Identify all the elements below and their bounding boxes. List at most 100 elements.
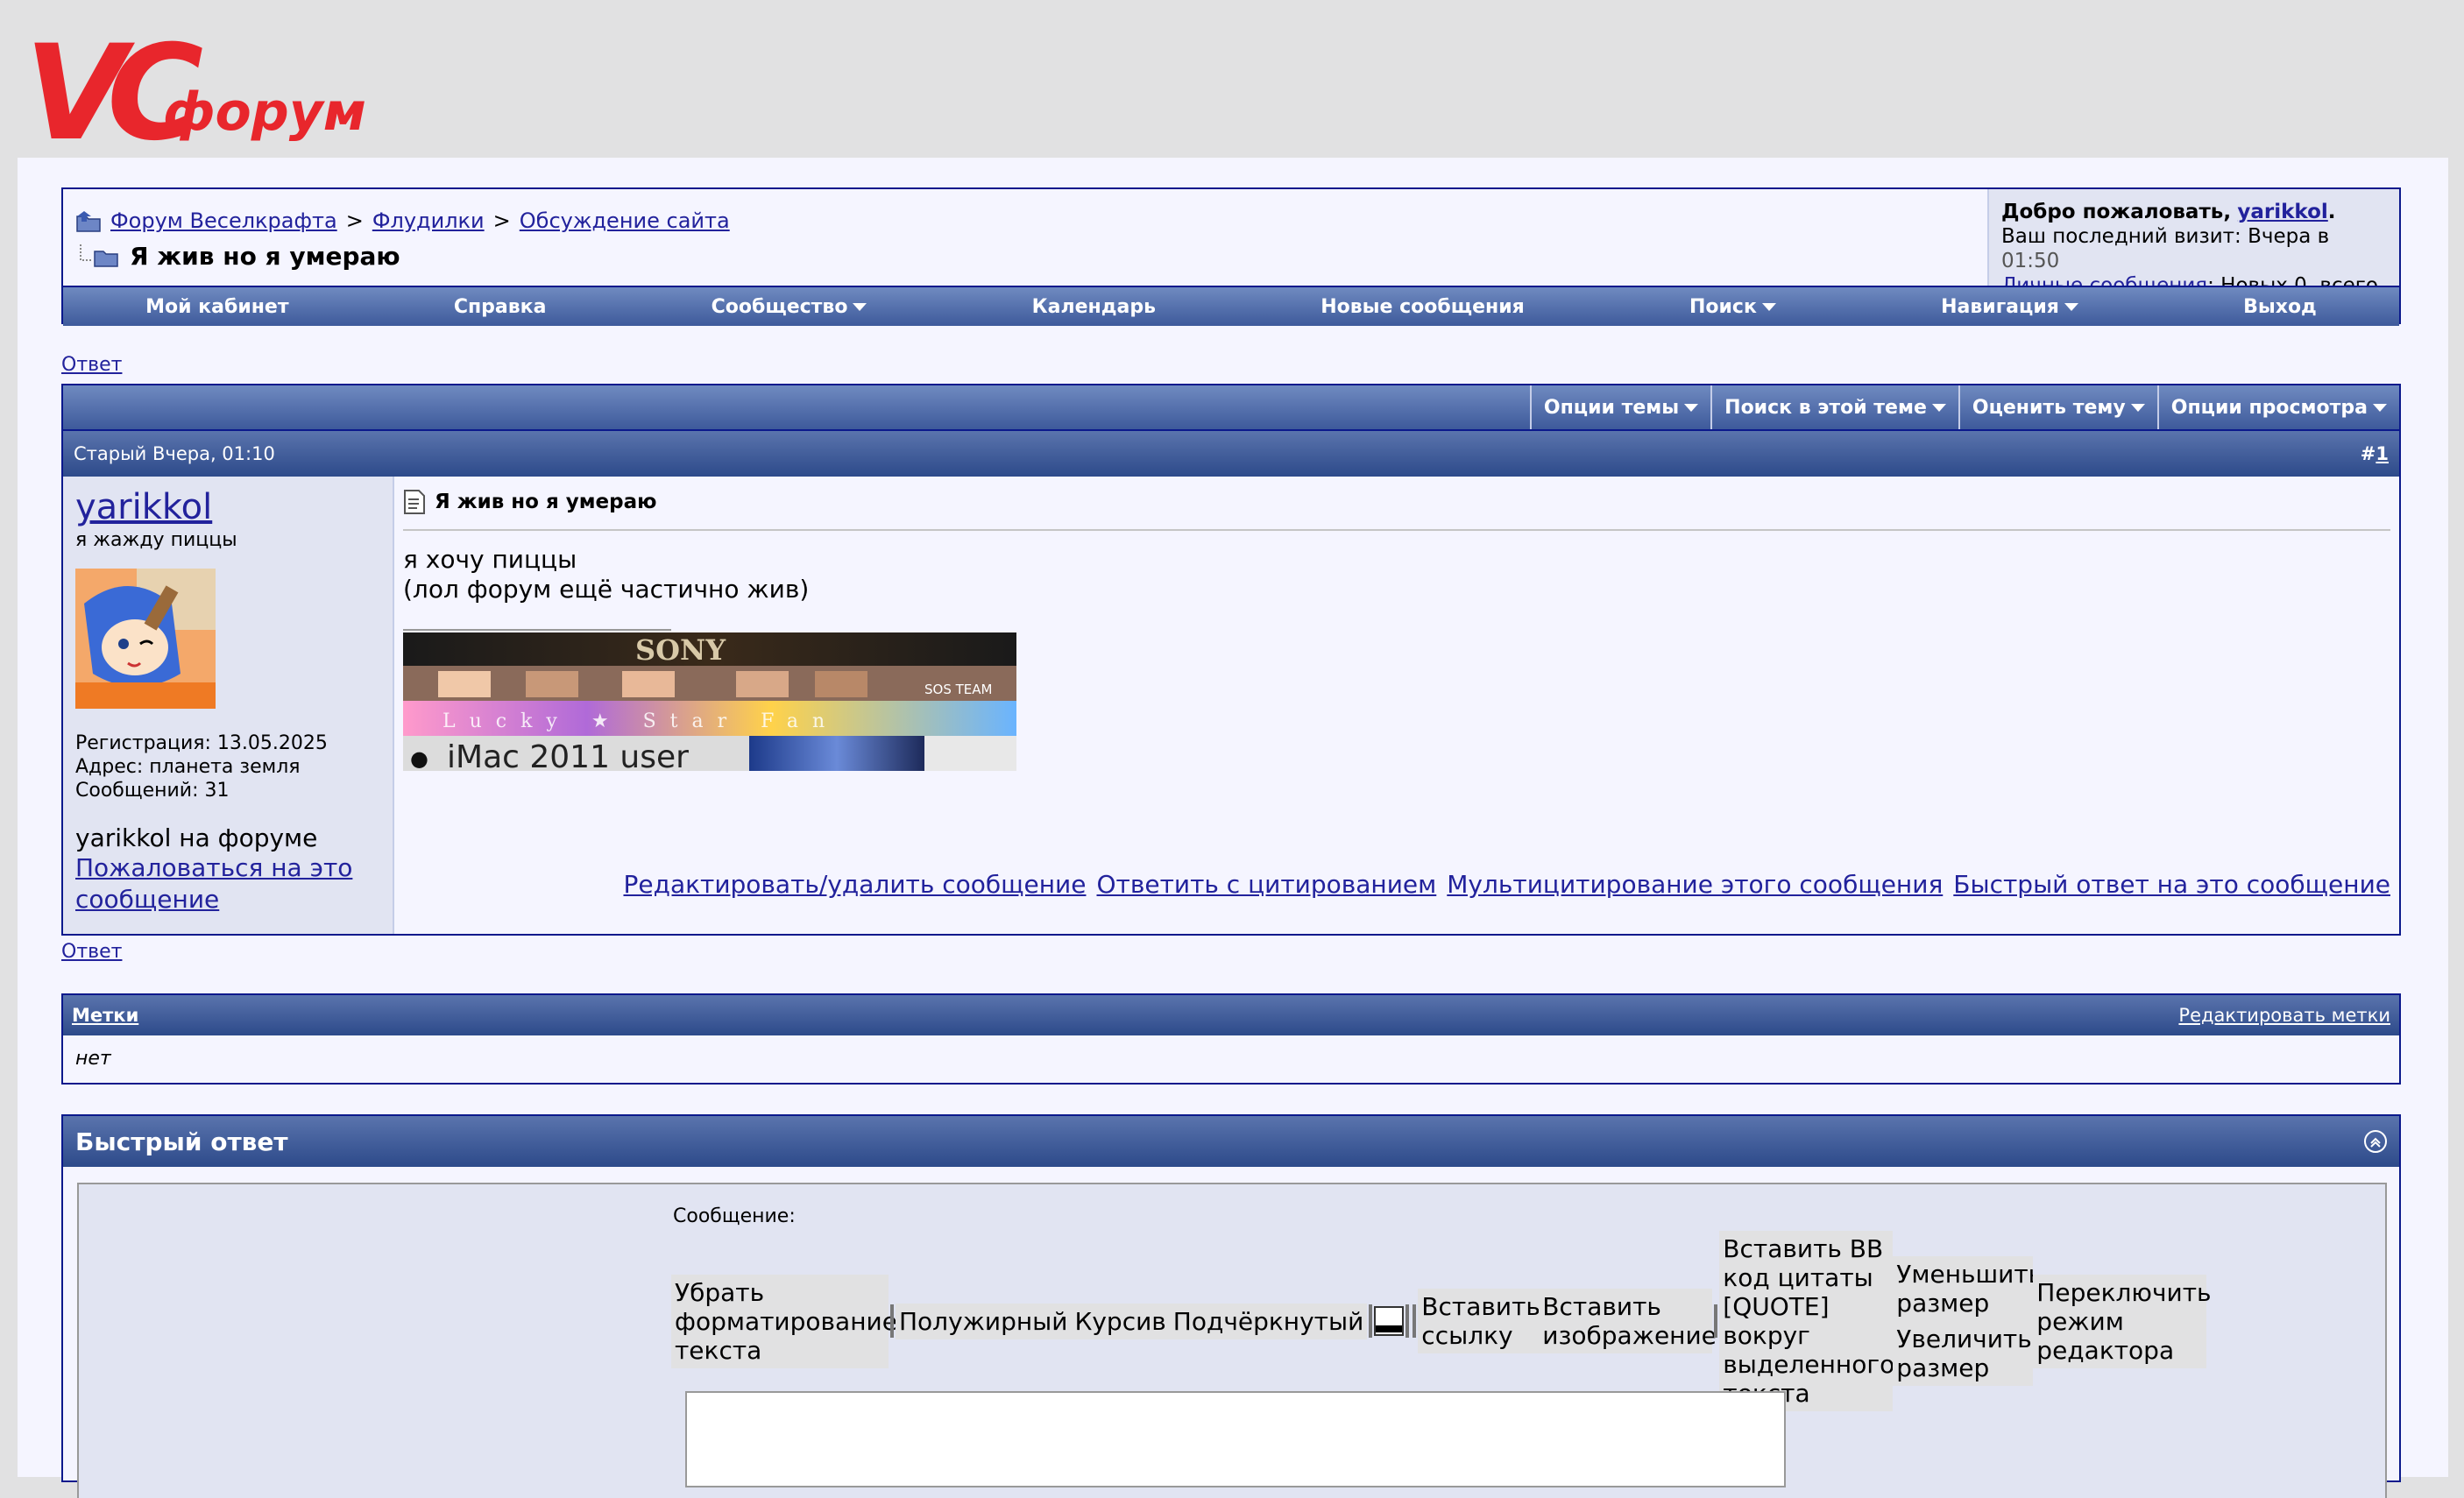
menu-logout[interactable]: Выход (2243, 296, 2317, 318)
tags-value: нет (75, 1048, 111, 1070)
menu-calendar[interactable]: Календарь (1032, 296, 1156, 318)
separator-icon (1714, 1304, 1718, 1338)
chevron-down-icon (853, 303, 867, 311)
tags-box: Метки Редактировать метки нет (61, 993, 2401, 1085)
chevron-down-icon (1684, 403, 1699, 412)
post-author-panel: yarikkol я жажду пиццы Регистрация: 13.0… (63, 477, 394, 934)
chevron-down-icon (1761, 303, 1776, 311)
dropdown-icon[interactable] (1405, 1304, 1410, 1338)
avatar[interactable] (75, 569, 216, 709)
forum-home-icon[interactable] (75, 209, 102, 232)
thread-tools-bar: Опции темы Поиск в этой теме Оценить тем… (61, 384, 2401, 431)
author-address: Адрес: планета земля (75, 756, 301, 778)
chevron-down-icon (2130, 403, 2145, 412)
separator-icon (1413, 1304, 1417, 1338)
editor-toolbar: Убрать форматирование текста Полужирный … (671, 1228, 2212, 1414)
last-visit-time: 01:50 (2001, 250, 2060, 272)
edit-tags-link[interactable]: Редактировать метки (2178, 1005, 2390, 1026)
post-author-title: я жажду пиццы (75, 529, 237, 551)
post-document-icon (404, 490, 425, 514)
menu-navigation[interactable]: Навигация (1941, 296, 2078, 318)
breadcrumb-item-site-discussion[interactable]: Обсуждение сайта (520, 208, 730, 233)
menu-search[interactable]: Поиск (1689, 296, 1776, 318)
thread-options-button[interactable]: Опции темы (1529, 385, 1710, 429)
navbar: Форум Веселкрафта > Флудилки > Обсуждени… (61, 187, 2401, 326)
display-options-button[interactable]: Опции просмотра (2156, 385, 2399, 429)
post-author-name[interactable]: yarikkol (75, 487, 212, 527)
quick-reply-box: Быстрый ответ Сообщение: Убрать форматир… (61, 1114, 2401, 1498)
collapse-icon[interactable] (2364, 1130, 2387, 1153)
insert-link-button[interactable]: Вставить ссылку (1418, 1289, 1540, 1353)
site-logo[interactable]: VC форум (23, 16, 391, 156)
thread-branch-icon (80, 244, 118, 267)
text-color-icon[interactable] (1374, 1306, 1405, 1336)
svg-text:Lucky ★ Star Fan: Lucky ★ Star Fan (443, 710, 839, 732)
search-thread-button[interactable]: Поиск в этой теме (1710, 385, 1958, 429)
bold-button[interactable]: Полужирный (896, 1303, 1072, 1339)
edit-post-link[interactable]: Редактировать/удалить сообщение (623, 870, 1086, 899)
breadcrumb-item-forum[interactable]: Форум Веселкрафта (110, 208, 337, 233)
svg-text:SONY: SONY (635, 633, 726, 667)
switch-editor-mode-button[interactable]: Переключить режим редактора (2033, 1274, 2212, 1368)
quick-reply-title: Быстрый ответ (75, 1127, 288, 1156)
insert-quote-button[interactable]: Вставить BB код цитаты [QUOTE] вокруг вы… (1719, 1231, 1894, 1411)
post-actions: Редактировать/удалить сообщение Ответить… (623, 870, 2390, 899)
breadcrumb: Форум Веселкрафта > Флудилки > Обсуждени… (75, 208, 730, 271)
menu-community[interactable]: Сообщество (712, 296, 867, 318)
svg-text:iMac 2011 user: iMac 2011 user (447, 739, 689, 771)
post-number: #1 (2360, 443, 2389, 464)
author-post-count: Сообщений: 31 (75, 780, 230, 802)
post-permalink[interactable]: 1 (2375, 443, 2389, 464)
tags-title-link[interactable]: Метки (72, 1005, 138, 1026)
svg-text:●: ● (410, 746, 428, 771)
rate-thread-button[interactable]: Оценить тему (1958, 385, 2157, 429)
post-title: Я жив но я умераю (435, 491, 657, 513)
svg-text:SOS TEAM: SOS TEAM (924, 682, 992, 697)
quick-reply-link[interactable]: Быстрый ответ на это сообщение (1953, 870, 2390, 899)
post-status-old: Старый (74, 443, 147, 464)
shrink-editor-button[interactable]: Уменьшить размер (1893, 1256, 2043, 1321)
multiquote-link[interactable]: Мультицитирование этого сообщения (1447, 870, 1943, 899)
post-message: я хочу пиццы (лол форум ещё частично жив… (403, 545, 810, 604)
chevron-down-icon (1931, 403, 1946, 412)
menu-my-cabinet[interactable]: Мой кабинет (145, 296, 289, 318)
signature-banners: SONY SOS TEAM Lucky ★ Star Fan ● iMac 20… (403, 632, 1016, 775)
post-1: Старый Вчера, 01:10 #1 yarikkol я жажду … (61, 431, 2401, 936)
separator-icon (1369, 1304, 1373, 1338)
grow-editor-button[interactable]: Увеличить размер (1893, 1321, 2034, 1386)
post-author-meta: Регистрация: 13.05.2025 Адрес: планета з… (75, 731, 380, 802)
size-buttons: Уменьшить размер Увеличить размер (1893, 1256, 2043, 1386)
remove-format-button[interactable]: Убрать форматирование текста (671, 1274, 897, 1368)
post-content: Я жив но я умераю я хочу пиццы (лол фору… (403, 477, 2390, 934)
breadcrumb-item-fludilki[interactable]: Флудилки (372, 208, 485, 233)
underline-button[interactable]: Подчёркнутый (1169, 1303, 1368, 1339)
message-label: Сообщение: (673, 1205, 796, 1227)
insert-image-button[interactable]: Вставить изображение (1539, 1289, 1717, 1353)
reply-link-top[interactable]: Ответ (61, 354, 122, 376)
italic-button[interactable]: Курсив (1071, 1303, 1170, 1339)
post-date: Вчера, 01:10 (152, 443, 275, 464)
welcome-panel: Добро пожаловать, yarikkol. Ваш последни… (1987, 189, 2399, 322)
svg-text:форум: форум (163, 81, 366, 143)
registration-date: Регистрация: 13.05.2025 (75, 732, 328, 754)
last-visit-label: Ваш последний визит: Вчера в (2001, 225, 2330, 248)
post-header: Старый Вчера, 01:10 #1 (63, 431, 2399, 477)
separator-icon (890, 1304, 894, 1338)
message-textarea[interactable] (685, 1391, 1786, 1487)
welcome-username-link[interactable]: yarikkol (2237, 201, 2327, 223)
online-status: yarikkol на форуме (75, 823, 318, 852)
signature-divider (403, 629, 671, 631)
imac-banner: ● iMac 2011 user (403, 736, 1016, 775)
report-post-link[interactable]: Пожаловаться на это сообщение (75, 853, 352, 914)
menu-help[interactable]: Справка (454, 296, 547, 318)
lucky-star-banner: Lucky ★ Star Fan (403, 701, 1016, 736)
reply-link-bottom[interactable]: Ответ (61, 941, 122, 963)
reply-quote-link[interactable]: Ответить с цитированием (1096, 870, 1436, 899)
chevron-down-icon (2064, 303, 2078, 311)
chevron-down-icon (2373, 403, 2387, 412)
menu-new-posts[interactable]: Новые сообщения (1321, 296, 1525, 318)
sos-team-banner: SOS TEAM (403, 666, 1016, 701)
sony-banner: SONY (403, 632, 1016, 667)
main-menu: Мой кабинет Справка Сообщество Календарь… (63, 286, 2399, 326)
thread-title: Я жив но я умераю (130, 242, 400, 271)
